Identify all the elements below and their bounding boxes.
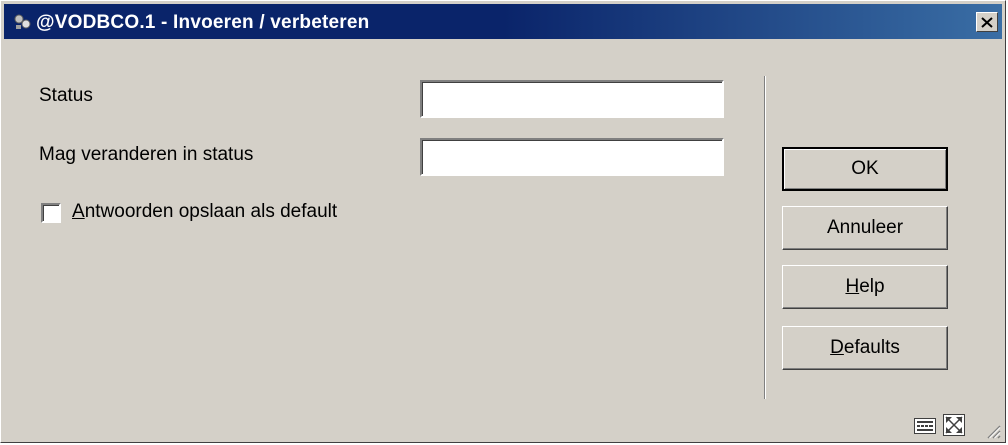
window-title: @VODBCO.1 - Invoeren / verbeteren bbox=[36, 12, 370, 33]
save-defaults-label-text: ntwoorden opslaan als default bbox=[84, 201, 338, 222]
status-label: Status bbox=[39, 85, 93, 106]
defaults-button-label: Defaults bbox=[830, 337, 900, 359]
help-button[interactable]: Help bbox=[782, 265, 948, 309]
mag-veranderen-input[interactable] bbox=[422, 140, 722, 174]
dialog-window: @VODBCO.1 - Invoeren / verbeteren Status… bbox=[0, 0, 1006, 443]
help-button-label: Help bbox=[845, 276, 884, 298]
defaults-label-text: efaults bbox=[843, 337, 900, 358]
save-defaults-checkbox[interactable] bbox=[41, 203, 61, 223]
save-defaults-mnemonic: A bbox=[72, 201, 85, 222]
cancel-button-label: Annuleer bbox=[826, 217, 904, 238]
mag-veranderen-field[interactable] bbox=[420, 138, 724, 176]
vertical-divider bbox=[764, 76, 766, 399]
help-mnemonic: H bbox=[845, 276, 860, 297]
status-input[interactable] bbox=[422, 82, 722, 116]
app-icon bbox=[12, 13, 34, 31]
ok-button-label: OK bbox=[851, 158, 879, 179]
resize-grip-icon[interactable] bbox=[983, 421, 1001, 444]
title-bar[interactable]: @VODBCO.1 - Invoeren / verbeteren bbox=[4, 4, 1002, 39]
close-icon bbox=[981, 16, 993, 28]
help-label-text: elp bbox=[859, 276, 885, 297]
defaults-button[interactable]: Defaults bbox=[782, 326, 948, 370]
ok-button[interactable]: OK bbox=[782, 147, 948, 191]
keyboard-icon[interactable] bbox=[914, 418, 936, 439]
defaults-mnemonic: D bbox=[830, 337, 844, 358]
status-field[interactable] bbox=[420, 80, 724, 118]
save-defaults-label[interactable]: Antwoorden opslaan als default bbox=[72, 201, 337, 223]
cancel-button[interactable]: Annuleer bbox=[782, 206, 948, 250]
mag-veranderen-label: Mag veranderen in status bbox=[39, 144, 254, 165]
maximize-icon[interactable] bbox=[943, 414, 965, 441]
close-button[interactable] bbox=[976, 12, 998, 32]
